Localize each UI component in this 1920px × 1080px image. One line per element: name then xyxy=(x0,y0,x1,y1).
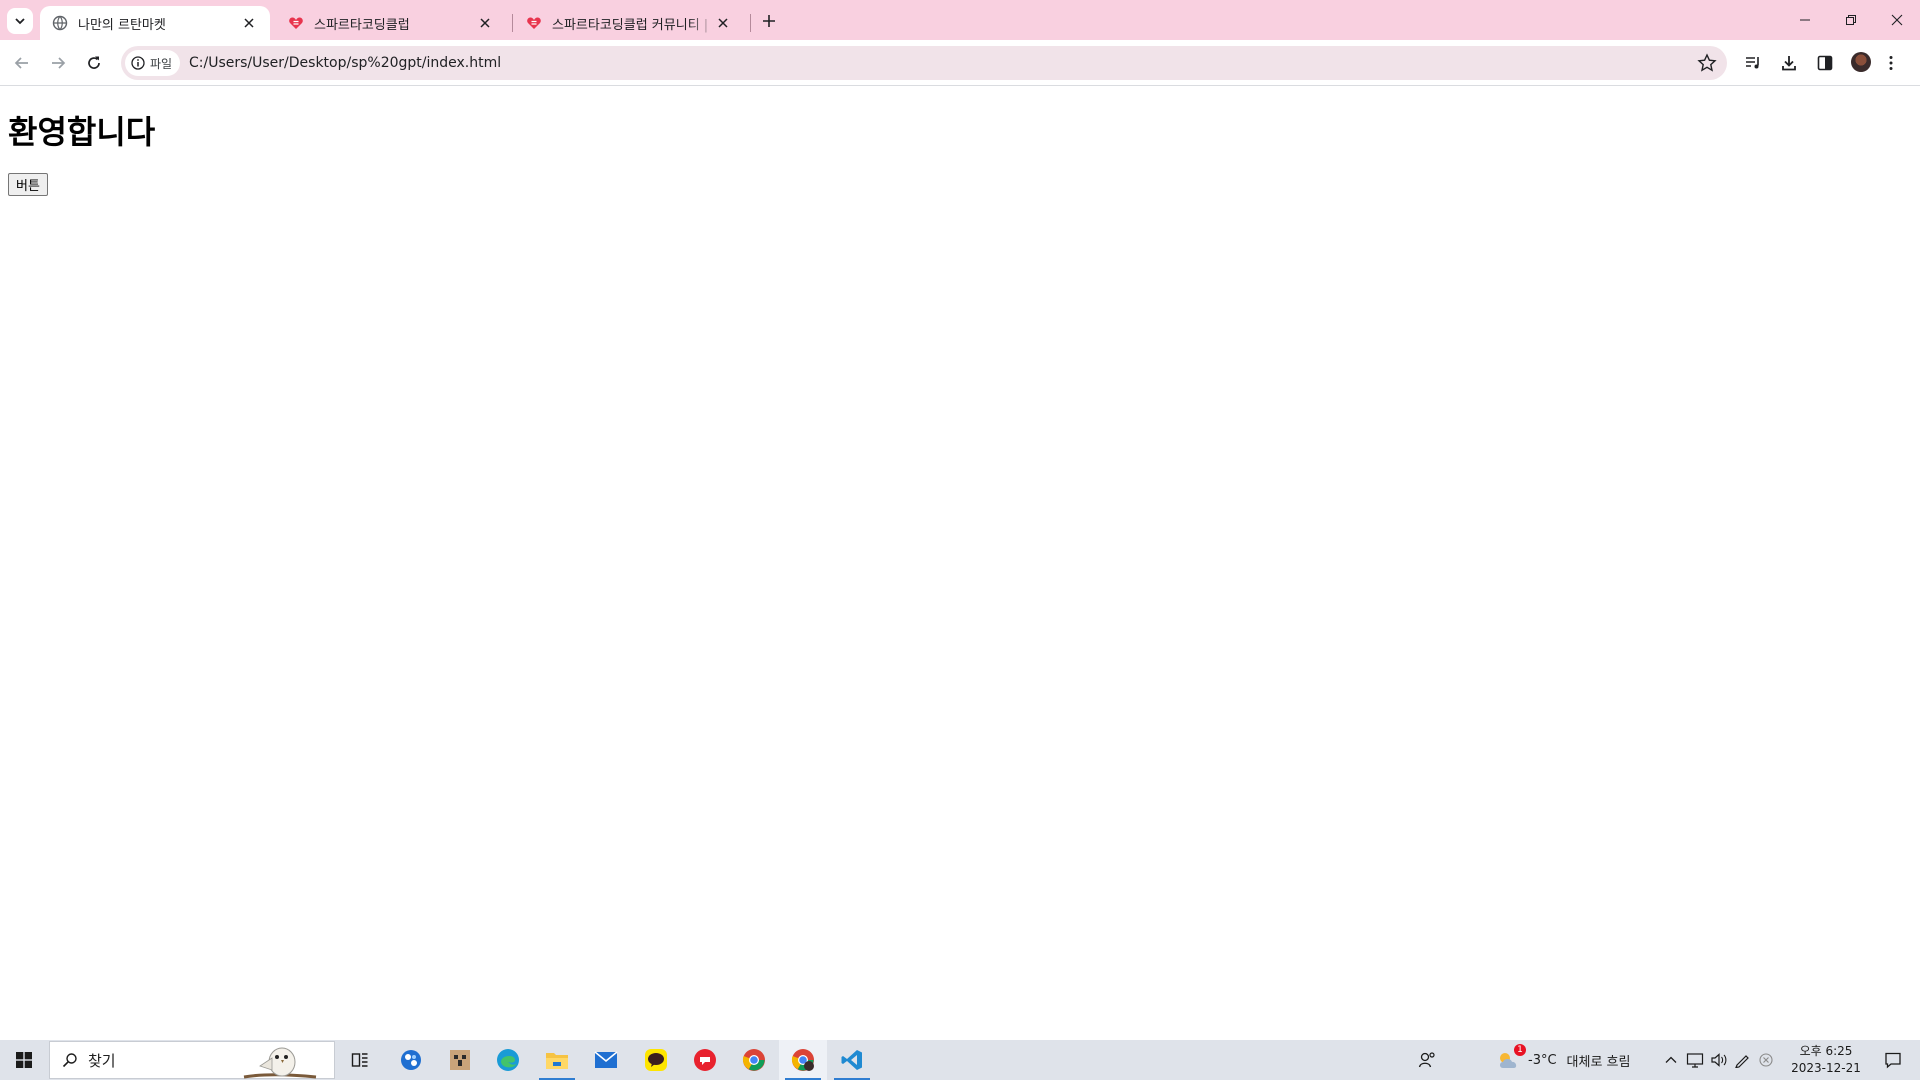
mail-icon xyxy=(594,1051,618,1068)
people-icon xyxy=(1418,1052,1435,1068)
search-icon xyxy=(62,1053,77,1068)
taskbar-app-chrome-profile[interactable] xyxy=(779,1040,827,1080)
more-menu-icon[interactable] xyxy=(1880,52,1902,74)
address-bar[interactable]: 파일 C:/Users/User/Desktop/sp%20gpt/index.… xyxy=(121,46,1727,80)
task-view-button[interactable] xyxy=(336,1040,384,1080)
windows-taskbar: 찾기 1 -3°C 대체로 흐림 오후 6:25 2023-12-21 xyxy=(0,1040,1920,1080)
tab-sparta[interactable]: 스파르타코딩클럽 xyxy=(276,6,506,40)
weather-description: 대체로 흐림 xyxy=(1566,1054,1631,1070)
edge-icon xyxy=(497,1049,519,1071)
close-icon[interactable] xyxy=(240,14,258,32)
tray-people[interactable] xyxy=(1418,1040,1436,1080)
side-panel-icon[interactable] xyxy=(1814,52,1836,74)
taskbar-clock[interactable]: 오후 6:25 2023-12-21 xyxy=(1788,1043,1864,1077)
app-blue-icon xyxy=(401,1050,421,1070)
reload-button[interactable] xyxy=(79,48,109,78)
chevron-up-icon[interactable] xyxy=(1664,1053,1678,1067)
notification-center-button[interactable] xyxy=(1874,1040,1912,1080)
sparta-heart-icon xyxy=(289,17,303,29)
download-icon[interactable] xyxy=(1778,52,1800,74)
clock-time: 오후 6:25 xyxy=(1799,1044,1853,1058)
new-tab-button[interactable] xyxy=(756,8,782,34)
page-heading: 환영합니다 xyxy=(8,113,156,151)
browser-toolbar: 파일 C:/Users/User/Desktop/sp%20gpt/index.… xyxy=(0,40,1920,86)
forward-arrow-icon xyxy=(52,57,66,69)
app-minecraft-icon xyxy=(450,1050,470,1070)
chevron-down-icon xyxy=(15,18,25,25)
taskbar-app-edge[interactable] xyxy=(484,1040,532,1080)
close-window-button[interactable] xyxy=(1874,0,1920,40)
tray-icons xyxy=(1664,1040,1774,1080)
plus-icon xyxy=(763,15,775,27)
circle-x-icon[interactable] xyxy=(1758,1052,1774,1068)
taskbar-app-red[interactable] xyxy=(681,1040,729,1080)
pen-icon[interactable] xyxy=(1734,1052,1752,1068)
clock-date: 2023-12-21 xyxy=(1791,1061,1861,1075)
page-content: 환영합니다 버튼 xyxy=(0,87,1920,1040)
taskbar-search-box[interactable]: 찾기 xyxy=(49,1041,335,1079)
tab-search-button[interactable] xyxy=(7,8,33,34)
taskbar-app-vscode[interactable] xyxy=(828,1040,876,1080)
tab-strip: 나만의 르탄마켓 스파르타코딩클럽 스파르타코딩클럽 커뮤니티 | 스 xyxy=(0,0,1920,40)
tab-active[interactable]: 나만의 르탄마켓 xyxy=(40,6,270,40)
bookmark-star-icon[interactable] xyxy=(1697,53,1717,73)
close-icon[interactable] xyxy=(714,14,732,32)
tab-title: 스파르타코딩클럽 xyxy=(314,17,410,33)
site-info-label: 파일 xyxy=(150,56,173,71)
taskbar-app-mail[interactable] xyxy=(582,1040,630,1080)
forward-button[interactable] xyxy=(43,48,73,78)
start-button[interactable] xyxy=(0,1040,48,1080)
windows-logo-icon xyxy=(16,1052,32,1068)
globe-icon xyxy=(52,15,68,31)
close-icon xyxy=(1891,14,1903,26)
reload-icon xyxy=(88,56,100,69)
taskbar-app-chrome[interactable] xyxy=(730,1040,778,1080)
site-info-chip[interactable]: 파일 xyxy=(125,50,181,76)
notification-icon xyxy=(1885,1052,1901,1069)
network-icon[interactable] xyxy=(1686,1052,1704,1068)
task-view-icon xyxy=(351,1053,368,1067)
vscode-icon xyxy=(841,1050,862,1070)
tab-sparta-community[interactable]: 스파르타코딩클럽 커뮤니티 | 스 xyxy=(514,6,744,40)
chrome-profile-icon xyxy=(791,1049,814,1071)
chrome-icon xyxy=(742,1049,765,1071)
back-arrow-icon xyxy=(14,57,28,69)
weather-badge: 1 xyxy=(1514,1044,1526,1056)
app-red-icon xyxy=(694,1049,716,1071)
volume-icon[interactable] xyxy=(1710,1052,1728,1068)
kakaotalk-icon xyxy=(645,1049,667,1071)
minimize-button[interactable] xyxy=(1782,0,1828,40)
search-highlight-owl-icon xyxy=(243,1047,317,1079)
taskbar-app-file-explorer[interactable] xyxy=(533,1040,581,1080)
sparta-heart-icon xyxy=(527,17,541,29)
search-placeholder: 찾기 xyxy=(88,1051,116,1070)
back-button[interactable] xyxy=(7,48,37,78)
url-text[interactable]: C:/Users/User/Desktop/sp%20gpt/index.htm… xyxy=(189,46,501,80)
tab-title: 나만의 르탄마켓 xyxy=(78,17,166,33)
minimize-icon xyxy=(1800,19,1810,21)
tab-divider xyxy=(750,14,751,32)
tab-divider xyxy=(512,14,513,32)
taskbar-app-kakaotalk[interactable] xyxy=(632,1040,680,1080)
taskbar-app-minecraft[interactable] xyxy=(436,1040,484,1080)
restore-button[interactable] xyxy=(1828,0,1874,40)
file-explorer-icon xyxy=(546,1053,568,1069)
taskbar-app-blue[interactable] xyxy=(387,1040,435,1080)
demo-button[interactable]: 버튼 xyxy=(8,173,48,196)
weather-widget[interactable]: 1 -3°C 대체로 흐림 xyxy=(1496,1040,1630,1080)
media-control-icon[interactable] xyxy=(1742,52,1764,74)
restore-icon xyxy=(1846,15,1856,25)
info-icon xyxy=(131,56,145,70)
weather-temperature: -3°C xyxy=(1528,1052,1557,1068)
close-icon[interactable] xyxy=(476,14,494,32)
tab-title: 스파르타코딩클럽 커뮤니티 | 스 xyxy=(552,17,714,33)
profile-avatar[interactable] xyxy=(1851,52,1871,72)
